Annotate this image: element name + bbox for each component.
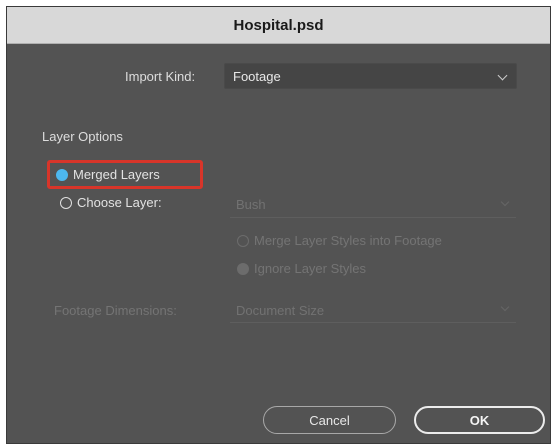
radio-unselected-icon <box>237 234 249 247</box>
import-kind-label: Import Kind: <box>125 69 196 84</box>
radio-selected-icon[interactable] <box>56 168 68 181</box>
ok-button[interactable]: OK <box>414 406 545 434</box>
merge-layer-styles-radio: Merge Layer Styles into Footage <box>237 233 442 248</box>
radio-unselected-icon[interactable] <box>60 196 72 209</box>
chevron-down-icon <box>500 197 510 207</box>
import-kind-dropdown[interactable]: Footage <box>224 63 517 89</box>
ignore-layer-styles-label: Ignore Layer Styles <box>254 261 367 276</box>
chevron-down-icon <box>497 70 508 81</box>
chevron-down-icon <box>500 302 510 312</box>
cancel-button[interactable]: Cancel <box>263 406 396 434</box>
choose-layer-label: Choose Layer: <box>77 195 162 210</box>
ignore-layer-styles-radio: Ignore Layer Styles <box>237 261 366 276</box>
merged-layers-label: Merged Layers <box>73 167 160 182</box>
layer-dropdown: Bush <box>230 193 516 218</box>
footage-dimensions-label: Footage Dimensions: <box>54 303 177 318</box>
radio-selected-icon <box>237 262 249 275</box>
merged-layers-radio[interactable]: Merged Layers <box>56 167 160 182</box>
import-kind-value: Footage <box>233 69 281 84</box>
merge-layer-styles-label: Merge Layer Styles into Footage <box>254 233 442 248</box>
import-dialog: Hospital.psd Import Kind: Footage Layer … <box>6 6 551 444</box>
choose-layer-radio[interactable]: Choose Layer: <box>60 195 162 210</box>
layer-options-title: Layer Options <box>42 129 123 144</box>
title-bar: Hospital.psd <box>7 7 550 44</box>
window-title: Hospital.psd <box>233 16 324 34</box>
layer-dropdown-value: Bush <box>236 197 266 212</box>
footage-dimensions-value: Document Size <box>236 303 325 318</box>
footage-dimensions-dropdown: Document Size <box>230 298 516 323</box>
